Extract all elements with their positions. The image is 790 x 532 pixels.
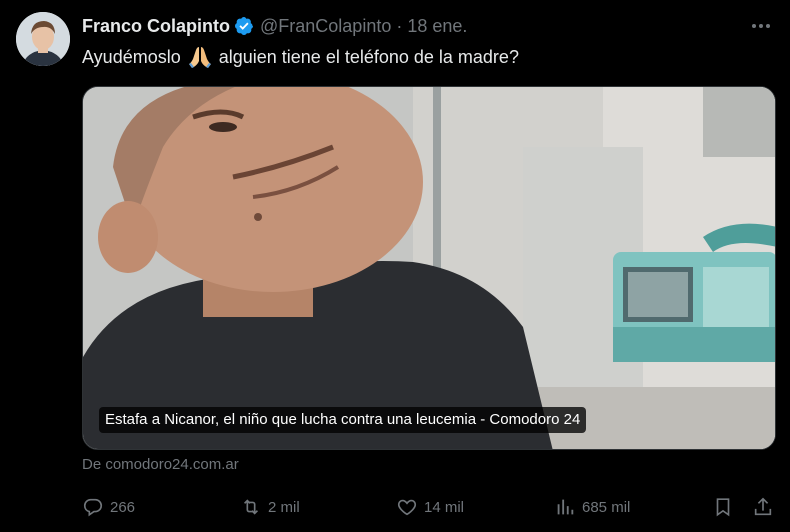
folded-hands-icon	[187, 45, 213, 69]
repost-button[interactable]: 2 mil	[240, 493, 300, 521]
reply-icon	[83, 498, 103, 517]
tweet[interactable]: Franco Colapinto @FranColapinto · 18 ene…	[0, 0, 790, 532]
link-card-image	[83, 87, 775, 449]
link-card-source[interactable]: De comodoro24.com.ar	[82, 456, 239, 473]
tweet-text: Ayudémoslo alguien tiene el teléfono de …	[82, 45, 519, 69]
author-handle[interactable]: @FranColapinto	[260, 16, 391, 37]
share-icon	[754, 497, 772, 516]
like-count: 14 mil	[424, 498, 465, 516]
verified-badge-icon	[234, 16, 254, 36]
separator-dot: ·	[396, 15, 403, 36]
views-chart-icon	[557, 499, 574, 515]
reply-button[interactable]: 266	[82, 493, 135, 521]
link-card-title: Estafa a Nicanor, el niño que lucha cont…	[99, 407, 587, 433]
repost-icon	[243, 499, 259, 515]
view-count: 685 mil	[582, 498, 631, 516]
repost-count: 2 mil	[268, 498, 300, 516]
bookmark-icon	[716, 498, 730, 517]
link-card[interactable]: Estafa a Nicanor, el niño que lucha cont…	[82, 86, 776, 450]
tweet-timestamp[interactable]: 18 ene.	[407, 16, 467, 37]
avatar[interactable]	[16, 12, 70, 66]
share-button[interactable]	[752, 493, 774, 521]
reply-count: 266	[110, 498, 136, 516]
tweet-actions: 266 2 mil 14 mil 685 mil	[82, 493, 776, 521]
tweet-text-part-1: Ayudémoslo	[82, 47, 181, 67]
bookmark-button[interactable]	[712, 493, 734, 521]
more-options-icon[interactable]	[748, 14, 774, 38]
author-display-name[interactable]: Franco Colapinto	[82, 16, 230, 37]
views-button[interactable]: 685 mil	[554, 493, 630, 521]
tweet-text-part-2: alguien tiene el teléfono de la madre?	[218, 47, 519, 67]
like-button[interactable]: 14 mil	[396, 493, 464, 521]
tweet-header: Franco Colapinto @FranColapinto · 18 ene…	[82, 14, 467, 38]
heart-icon	[397, 499, 417, 516]
